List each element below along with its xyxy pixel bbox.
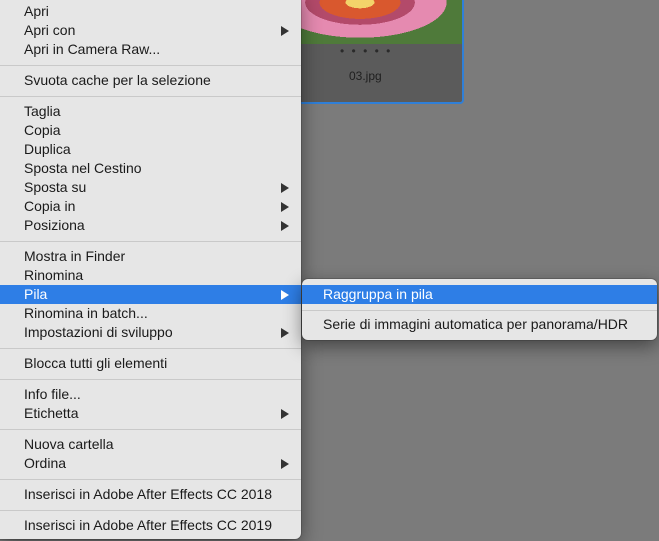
menu-item-label: Impostazioni di sviluppo xyxy=(24,324,173,340)
menu-item-label: Blocca tutti gli elementi xyxy=(24,355,168,371)
submenu-arrow-icon xyxy=(281,183,289,193)
menu-separator xyxy=(0,96,301,97)
menu-item-copia[interactable]: Copia xyxy=(0,121,301,140)
submenu-item-panorama-hdr[interactable]: Serie di immagini automatica per panoram… xyxy=(302,315,657,334)
menu-item-label: Ordina xyxy=(24,455,67,471)
thumbnail-filename: 03.jpg xyxy=(349,69,382,83)
menu-item-copia-in[interactable]: Copia in xyxy=(0,197,301,216)
submenu-item-label: Serie di immagini automatica per panoram… xyxy=(323,316,629,332)
context-menu: Apri Apri con Apri in Camera Raw... Svuo… xyxy=(0,0,301,539)
menu-item-apri-con[interactable]: Apri con xyxy=(0,21,301,40)
menu-item-label: Copia in xyxy=(24,198,76,214)
menu-item-label: Sposta su xyxy=(24,179,87,195)
menu-item-label: Apri in Camera Raw... xyxy=(24,41,161,57)
menu-item-label: Etichetta xyxy=(24,405,79,421)
submenu-arrow-icon xyxy=(281,328,289,338)
menu-item-apri[interactable]: Apri xyxy=(0,2,301,21)
menu-item-label: Inserisci in Adobe After Effects CC 2018 xyxy=(24,486,272,502)
menu-item-label: Pila xyxy=(24,286,48,302)
submenu-arrow-icon xyxy=(281,409,289,419)
menu-item-label: Apri con xyxy=(24,22,76,38)
menu-item-blocca-elementi[interactable]: Blocca tutti gli elementi xyxy=(0,354,301,373)
menu-item-svuota-cache[interactable]: Svuota cache per la selezione xyxy=(0,71,301,90)
menu-item-ordina[interactable]: Ordina xyxy=(0,454,301,473)
menu-item-nuova-cartella[interactable]: Nuova cartella xyxy=(0,435,301,454)
menu-item-impostazioni-sviluppo[interactable]: Impostazioni di sviluppo xyxy=(0,323,301,342)
menu-item-sposta-su[interactable]: Sposta su xyxy=(0,178,301,197)
menu-item-after-effects-2019[interactable]: Inserisci in Adobe After Effects CC 2019 xyxy=(0,516,301,535)
submenu-arrow-icon xyxy=(281,290,289,300)
menu-separator xyxy=(0,241,301,242)
menu-item-label: Info file... xyxy=(24,386,81,402)
menu-item-label: Copia xyxy=(24,122,61,138)
submenu-arrow-icon xyxy=(281,221,289,231)
menu-item-mostra-finder[interactable]: Mostra in Finder xyxy=(0,247,301,266)
menu-item-label: Taglia xyxy=(24,103,61,119)
menu-item-rinomina[interactable]: Rinomina xyxy=(0,266,301,285)
menu-item-apri-camera-raw[interactable]: Apri in Camera Raw... xyxy=(0,40,301,59)
menu-separator xyxy=(0,479,301,480)
menu-item-label: Apri xyxy=(24,3,49,19)
menu-item-sposta-cestino[interactable]: Sposta nel Cestino xyxy=(0,159,301,178)
menu-item-label: Svuota cache per la selezione xyxy=(24,72,211,88)
menu-separator xyxy=(0,379,301,380)
menu-separator xyxy=(0,510,301,511)
menu-item-label: Rinomina in batch... xyxy=(24,305,148,321)
menu-item-duplica[interactable]: Duplica xyxy=(0,140,301,159)
menu-item-label: Inserisci in Adobe After Effects CC 2019 xyxy=(24,517,272,533)
menu-separator xyxy=(0,348,301,349)
menu-item-pila[interactable]: Pila xyxy=(0,285,301,304)
menu-item-label: Sposta nel Cestino xyxy=(24,160,142,176)
menu-separator xyxy=(0,65,301,66)
menu-item-label: Mostra in Finder xyxy=(24,248,126,264)
menu-separator xyxy=(0,429,301,430)
menu-item-label: Nuova cartella xyxy=(24,436,114,452)
menu-item-info-file[interactable]: Info file... xyxy=(0,385,301,404)
menu-item-label: Duplica xyxy=(24,141,71,157)
menu-item-after-effects-2018[interactable]: Inserisci in Adobe After Effects CC 2018 xyxy=(0,485,301,504)
menu-separator xyxy=(302,310,657,311)
rating-dots[interactable]: • • • • • xyxy=(340,44,392,58)
menu-item-rinomina-batch[interactable]: Rinomina in batch... xyxy=(0,304,301,323)
menu-item-taglia[interactable]: Taglia xyxy=(0,102,301,121)
submenu-arrow-icon xyxy=(281,459,289,469)
submenu-item-label: Raggruppa in pila xyxy=(323,286,433,302)
menu-item-posiziona[interactable]: Posiziona xyxy=(0,216,301,235)
submenu-arrow-icon xyxy=(281,26,289,36)
menu-item-label: Posiziona xyxy=(24,217,85,233)
thumbnail-image[interactable] xyxy=(292,0,462,44)
menu-item-label: Rinomina xyxy=(24,267,84,283)
menu-item-etichetta[interactable]: Etichetta xyxy=(0,404,301,423)
pila-submenu: Raggruppa in pila Serie di immagini auto… xyxy=(302,279,657,340)
submenu-arrow-icon xyxy=(281,202,289,212)
submenu-item-raggruppa-pila[interactable]: Raggruppa in pila xyxy=(302,285,657,304)
